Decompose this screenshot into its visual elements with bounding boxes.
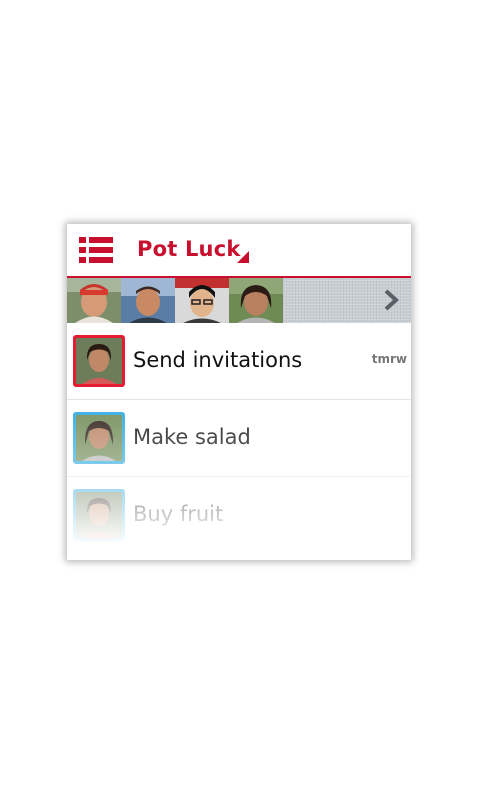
list-item[interactable]: Buy fruit bbox=[67, 477, 411, 554]
participant-avatar[interactable] bbox=[67, 278, 121, 323]
chevron-right-icon[interactable] bbox=[379, 288, 403, 312]
app-header: Pot Luck bbox=[67, 224, 411, 278]
assignee-avatar bbox=[73, 335, 125, 387]
participant-avatar[interactable] bbox=[121, 278, 175, 323]
menu-button[interactable] bbox=[79, 236, 115, 264]
task-title: Make salad bbox=[133, 425, 251, 449]
dropdown-triangle-icon[interactable] bbox=[237, 251, 249, 263]
task-title: Buy fruit bbox=[133, 502, 224, 526]
task-list-card: Pot Luck Send invitations tmrw Make sala… bbox=[67, 224, 411, 560]
participant-avatar[interactable] bbox=[175, 278, 229, 323]
participant-avatar[interactable] bbox=[229, 278, 283, 323]
list-menu-icon bbox=[79, 237, 113, 263]
list-title[interactable]: Pot Luck bbox=[137, 237, 241, 261]
task-title: Send invitations bbox=[133, 348, 303, 372]
participants-strip[interactable] bbox=[67, 278, 411, 323]
list-item[interactable]: Make salad bbox=[67, 400, 411, 477]
assignee-avatar bbox=[73, 412, 125, 464]
assignee-avatar bbox=[73, 489, 125, 541]
task-due-date: tmrw bbox=[371, 352, 407, 366]
list-item[interactable]: Send invitations tmrw bbox=[67, 323, 411, 400]
